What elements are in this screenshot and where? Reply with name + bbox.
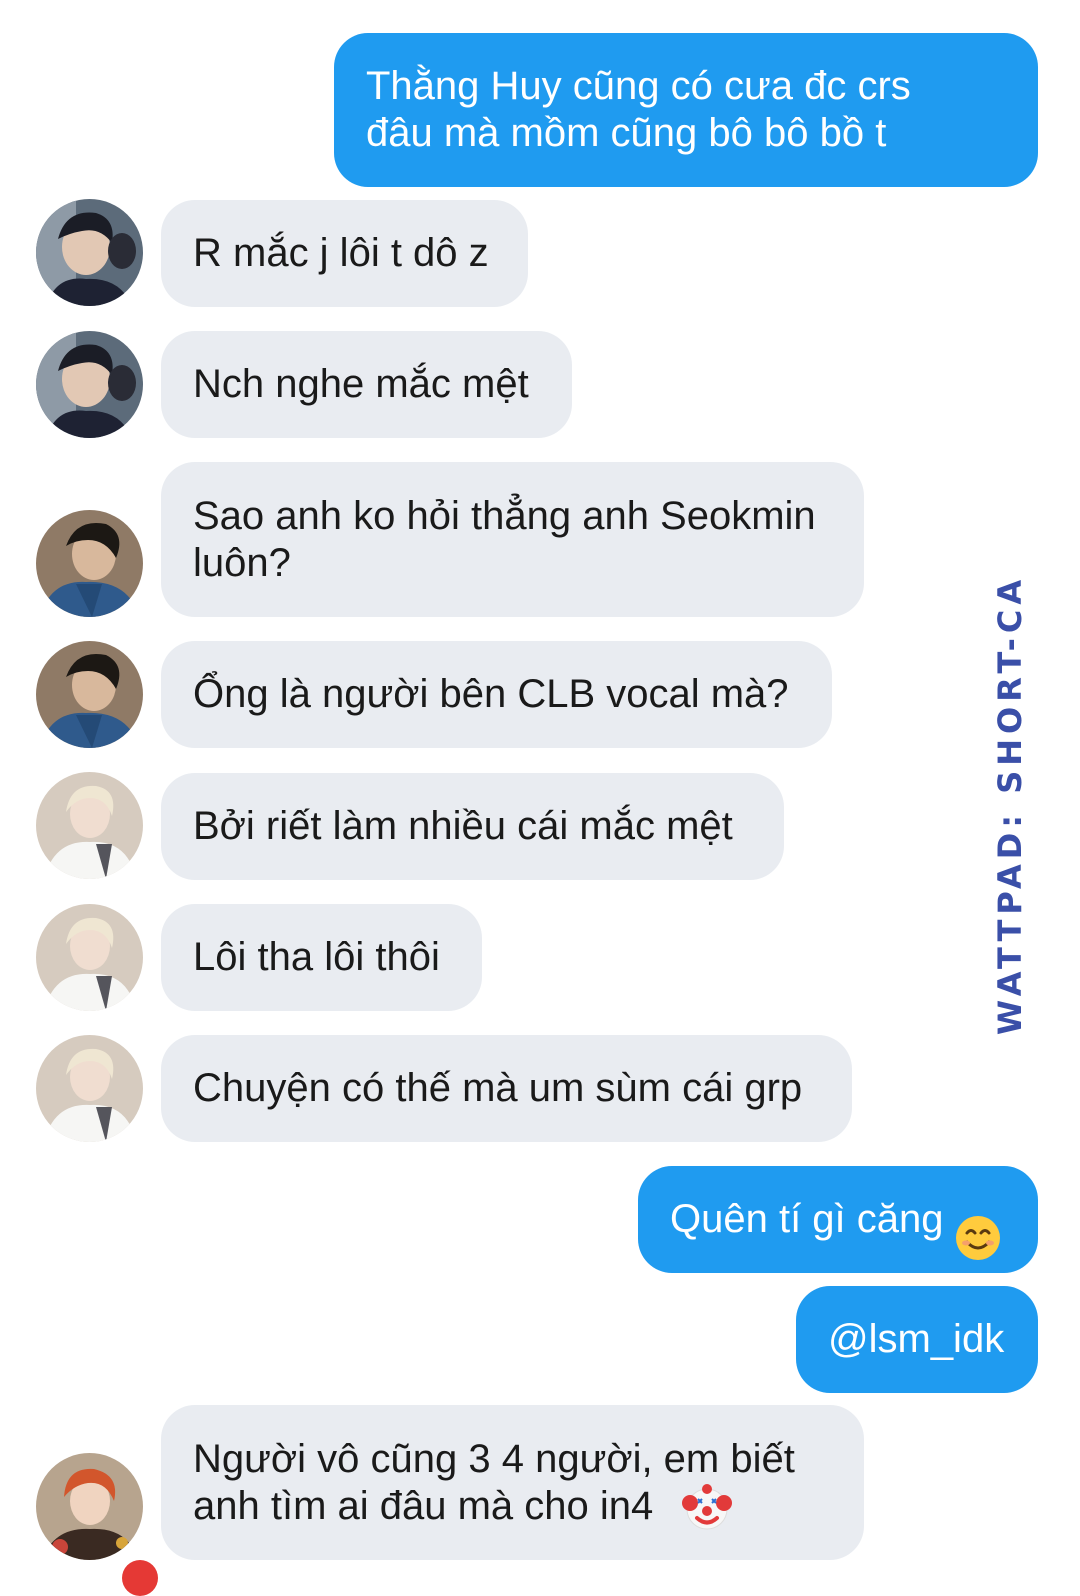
avatar[interactable] bbox=[36, 772, 143, 879]
message-bubble-incoming[interactable]: Chuyện có thế mà um sùm cái grp bbox=[161, 1035, 852, 1142]
message-bubble-incoming[interactable]: Ổng là người bên CLB vocal mà? bbox=[161, 641, 832, 748]
message-text: @lsm_idk bbox=[828, 1317, 1005, 1361]
wattpad-watermark: WATTPAD: SHORT-CA bbox=[991, 574, 1029, 1036]
message-bubble-incoming[interactable]: Nch nghe mắc mệt bbox=[161, 331, 572, 438]
message-bubble-outgoing[interactable]: Thằng Huy cũng có cưa đc crs đâu mà mồm … bbox=[334, 33, 1038, 187]
message-bubble-incoming[interactable]: Người vô cũng 3 4 người, em biết anh tìm… bbox=[161, 1405, 864, 1560]
avatar[interactable] bbox=[36, 904, 143, 1011]
avatar[interactable] bbox=[36, 331, 143, 438]
avatar[interactable] bbox=[36, 510, 143, 617]
avatar[interactable] bbox=[36, 199, 143, 306]
message-text: Sao anh ko hỏi thẳng anh Seokmin luôn? bbox=[193, 493, 816, 585]
message-bubble-incoming[interactable]: Bởi riết làm nhiều cái mắc mệt bbox=[161, 773, 784, 880]
message-text: Bởi riết làm nhiều cái mắc mệt bbox=[193, 804, 733, 848]
smiling-face-emoji-icon bbox=[954, 1167, 1002, 1273]
message-text: Lôi tha lôi thôi bbox=[193, 935, 440, 979]
avatar[interactable] bbox=[36, 641, 143, 748]
message-bubble-outgoing[interactable]: @lsm_idk bbox=[796, 1286, 1038, 1393]
message-bubble-incoming[interactable]: Lôi tha lôi thôi bbox=[161, 904, 482, 1011]
message-bubble-outgoing[interactable]: Quên tí gì căng bbox=[638, 1166, 1038, 1273]
clown-face-emoji-icon bbox=[682, 1483, 732, 1538]
message-text: R mắc j lôi t dô z bbox=[193, 231, 489, 275]
avatar[interactable] bbox=[36, 1035, 143, 1142]
message-text: Ổng là người bên CLB vocal mà? bbox=[193, 672, 789, 716]
notification-badge bbox=[122, 1560, 158, 1596]
message-text: Thằng Huy cũng có cưa đc crs đâu mà mồm … bbox=[366, 64, 911, 155]
message-text: Chuyện có thế mà um sùm cái grp bbox=[193, 1066, 803, 1110]
message-bubble-incoming[interactable]: Sao anh ko hỏi thẳng anh Seokmin luôn? bbox=[161, 462, 864, 617]
message-text: Quên tí gì căng bbox=[670, 1197, 944, 1241]
avatar[interactable] bbox=[36, 1453, 143, 1560]
message-text: Nch nghe mắc mệt bbox=[193, 362, 529, 406]
message-bubble-incoming[interactable]: R mắc j lôi t dô z bbox=[161, 200, 528, 307]
